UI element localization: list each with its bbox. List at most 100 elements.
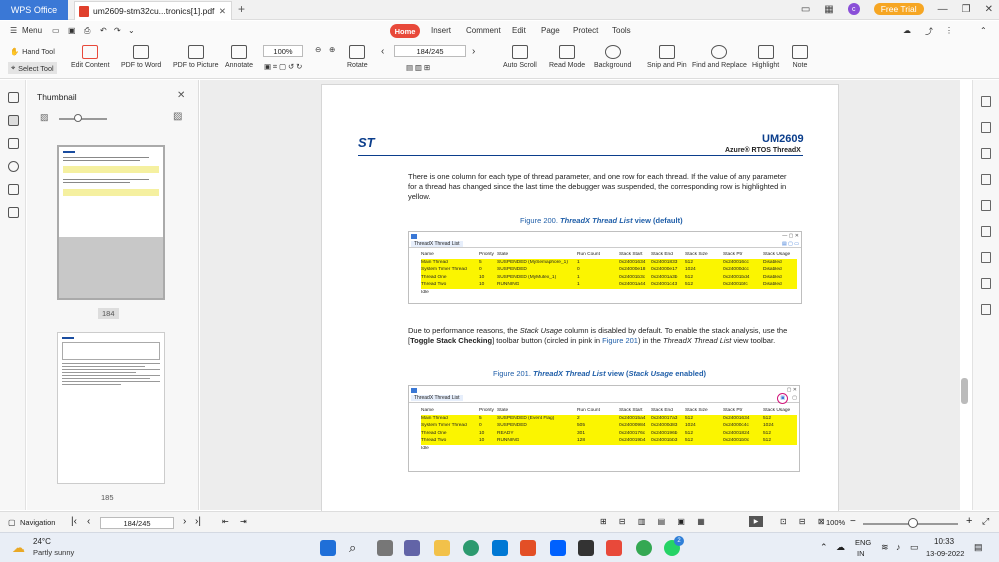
minimize-icon[interactable]: — — [938, 4, 948, 15]
wps-office-button[interactable]: WPS Office — [0, 0, 68, 20]
start-icon[interactable] — [320, 540, 336, 556]
avatar[interactable]: c — [847, 3, 860, 15]
find-and-replace-button[interactable]: Find and Replace — [692, 45, 747, 69]
comment-icon[interactable] — [8, 138, 19, 149]
chevron-up-icon[interactable]: ⌃ — [820, 542, 828, 553]
weather-text[interactable]: Partly sunny — [33, 548, 74, 557]
layout-icon[interactable]: ▭ — [801, 4, 810, 15]
wps-taskbar-icon[interactable] — [606, 540, 622, 556]
store-icon[interactable] — [492, 540, 508, 556]
signature-icon[interactable] — [8, 184, 19, 195]
export-icon[interactable] — [981, 278, 991, 289]
zoom-percent[interactable]: 100% — [826, 518, 845, 527]
clock-date[interactable]: 13-09-2022 — [926, 549, 964, 558]
redo-icon[interactable]: ↷ — [114, 26, 121, 35]
folder-icon[interactable]: ▭ — [52, 26, 60, 35]
notifications-icon[interactable]: ▤ — [974, 542, 983, 553]
close-tab-icon[interactable]: ✕ — [219, 6, 226, 17]
fit-page-icon[interactable]: ▣ ⌗ ▢ ↺ ↻ — [264, 62, 302, 72]
navigation-button[interactable]: Navigation — [20, 518, 55, 527]
tab-page[interactable]: Page — [541, 26, 560, 35]
pdf-to-word-button[interactable]: PDF to Word — [121, 45, 161, 69]
tab-insert[interactable]: Insert — [431, 26, 451, 35]
print-icon[interactable]: ⎙ — [84, 26, 90, 36]
sign-icon[interactable] — [981, 200, 991, 211]
edit-content-button[interactable]: Edit Content — [71, 45, 110, 69]
zoom-in-icon[interactable]: ⊕ — [329, 45, 335, 54]
tab-home[interactable]: Home — [390, 24, 420, 38]
new-tab-icon[interactable]: + — [238, 2, 245, 16]
page-number-field[interactable]: 184/245 — [394, 45, 466, 57]
last-page-icon[interactable]: ›| — [195, 516, 201, 527]
thumbnail-icon[interactable] — [8, 115, 19, 126]
small-thumb-icon[interactable]: ▨ — [40, 112, 49, 123]
zoom-field[interactable]: 100% — [263, 45, 303, 57]
play-icon[interactable]: ▶ — [749, 516, 763, 527]
prev-page-icon[interactable]: ‹ — [87, 516, 90, 527]
thumbnail-page-184[interactable] — [57, 145, 165, 300]
background-button[interactable]: Background — [594, 45, 631, 69]
collapse-ribbon-icon[interactable]: ⌃ — [980, 26, 987, 35]
wifi-icon[interactable]: ≋ — [881, 542, 889, 553]
tab-edit[interactable]: Edit — [512, 26, 526, 35]
maximize-icon[interactable]: ❐ — [962, 4, 971, 15]
prev-page-icon[interactable]: ‹ — [381, 46, 384, 57]
hand-tool-button[interactable]: ✋ Hand Tool — [10, 47, 55, 56]
bookmark-icon[interactable] — [8, 92, 19, 103]
thumbnail-page-185[interactable] — [57, 332, 165, 484]
thumb-size-handle[interactable] — [74, 114, 82, 122]
cloud-sync-icon[interactable] — [981, 304, 991, 315]
view-mode-icons[interactable]: ⊞ ⊟ ▥ ▤ ▣ ▦ — [600, 517, 710, 526]
tab-comment[interactable]: Comment — [466, 26, 501, 35]
hamburger-icon[interactable]: ☰ — [10, 26, 17, 35]
figure-201-link[interactable]: Figure 201 — [602, 336, 638, 345]
volume-icon[interactable]: ♪ — [896, 542, 901, 552]
edit-pdf-icon[interactable] — [981, 122, 991, 133]
teams-icon[interactable] — [404, 540, 420, 556]
temperature[interactable]: 24°C — [33, 537, 51, 546]
compress-icon[interactable] — [981, 174, 991, 185]
rotate-button[interactable]: Rotate — [347, 45, 368, 69]
chrome-icon[interactable] — [636, 540, 652, 556]
forward-icon[interactable]: ⇥ — [240, 517, 247, 526]
region[interactable]: IN — [857, 549, 865, 558]
zoom-slider-handle[interactable] — [908, 518, 918, 528]
search-icon[interactable]: ⌕ — [349, 540, 356, 556]
status-page-field[interactable]: 184/245 — [100, 517, 174, 529]
annotate-button[interactable]: Annotate — [225, 45, 253, 69]
battery-icon[interactable]: ▭ — [910, 542, 919, 553]
layers-icon[interactable] — [8, 207, 19, 218]
save-icon[interactable]: ▣ — [68, 26, 76, 35]
menu-button[interactable]: Menu — [22, 26, 42, 35]
dropbox-icon[interactable] — [550, 540, 566, 556]
cloud-icon[interactable]: ☁ — [903, 26, 911, 35]
merge-icon[interactable] — [981, 252, 991, 263]
clock-time[interactable]: 10:33 — [934, 537, 954, 546]
task-view-icon[interactable] — [377, 540, 393, 556]
select-tool-button[interactable]: ⌖ Select Tool — [8, 62, 57, 74]
read-mode-button[interactable]: Read Mode — [549, 45, 585, 69]
page-layout-icons[interactable]: ⊡ ⊟ ⊠ — [780, 517, 830, 526]
close-window-icon[interactable]: ✕ — [985, 4, 993, 15]
office-icon[interactable] — [520, 540, 536, 556]
edge-icon[interactable] — [463, 540, 479, 556]
free-trial-button[interactable]: Free Trial — [873, 3, 924, 15]
first-page-icon[interactable]: |‹ — [71, 516, 77, 527]
translate-icon[interactable] — [981, 226, 991, 237]
thumb-size-slider[interactable] — [59, 118, 107, 120]
share-icon[interactable]: ⤴ — [925, 26, 933, 37]
zoom-in-icon[interactable]: + — [966, 515, 972, 527]
properties-icon[interactable] — [981, 96, 991, 107]
grid-icon[interactable]: ▦ — [824, 4, 833, 15]
language[interactable]: ENG — [855, 538, 871, 547]
attachment-icon[interactable] — [8, 161, 19, 172]
close-panel-icon[interactable]: ✕ — [177, 90, 185, 101]
navigation-icon[interactable]: ▢ — [8, 518, 16, 527]
file-explorer-icon[interactable] — [434, 540, 450, 556]
zoom-out-icon[interactable]: − — [850, 516, 856, 527]
highlight-button[interactable]: Highlight — [752, 45, 779, 69]
tab-tools[interactable]: Tools — [612, 26, 631, 35]
tab-protect[interactable]: Protect — [573, 26, 598, 35]
more-icon[interactable]: ⋮ — [945, 26, 953, 35]
snip-and-pin-button[interactable]: Snip and Pin — [647, 45, 687, 69]
